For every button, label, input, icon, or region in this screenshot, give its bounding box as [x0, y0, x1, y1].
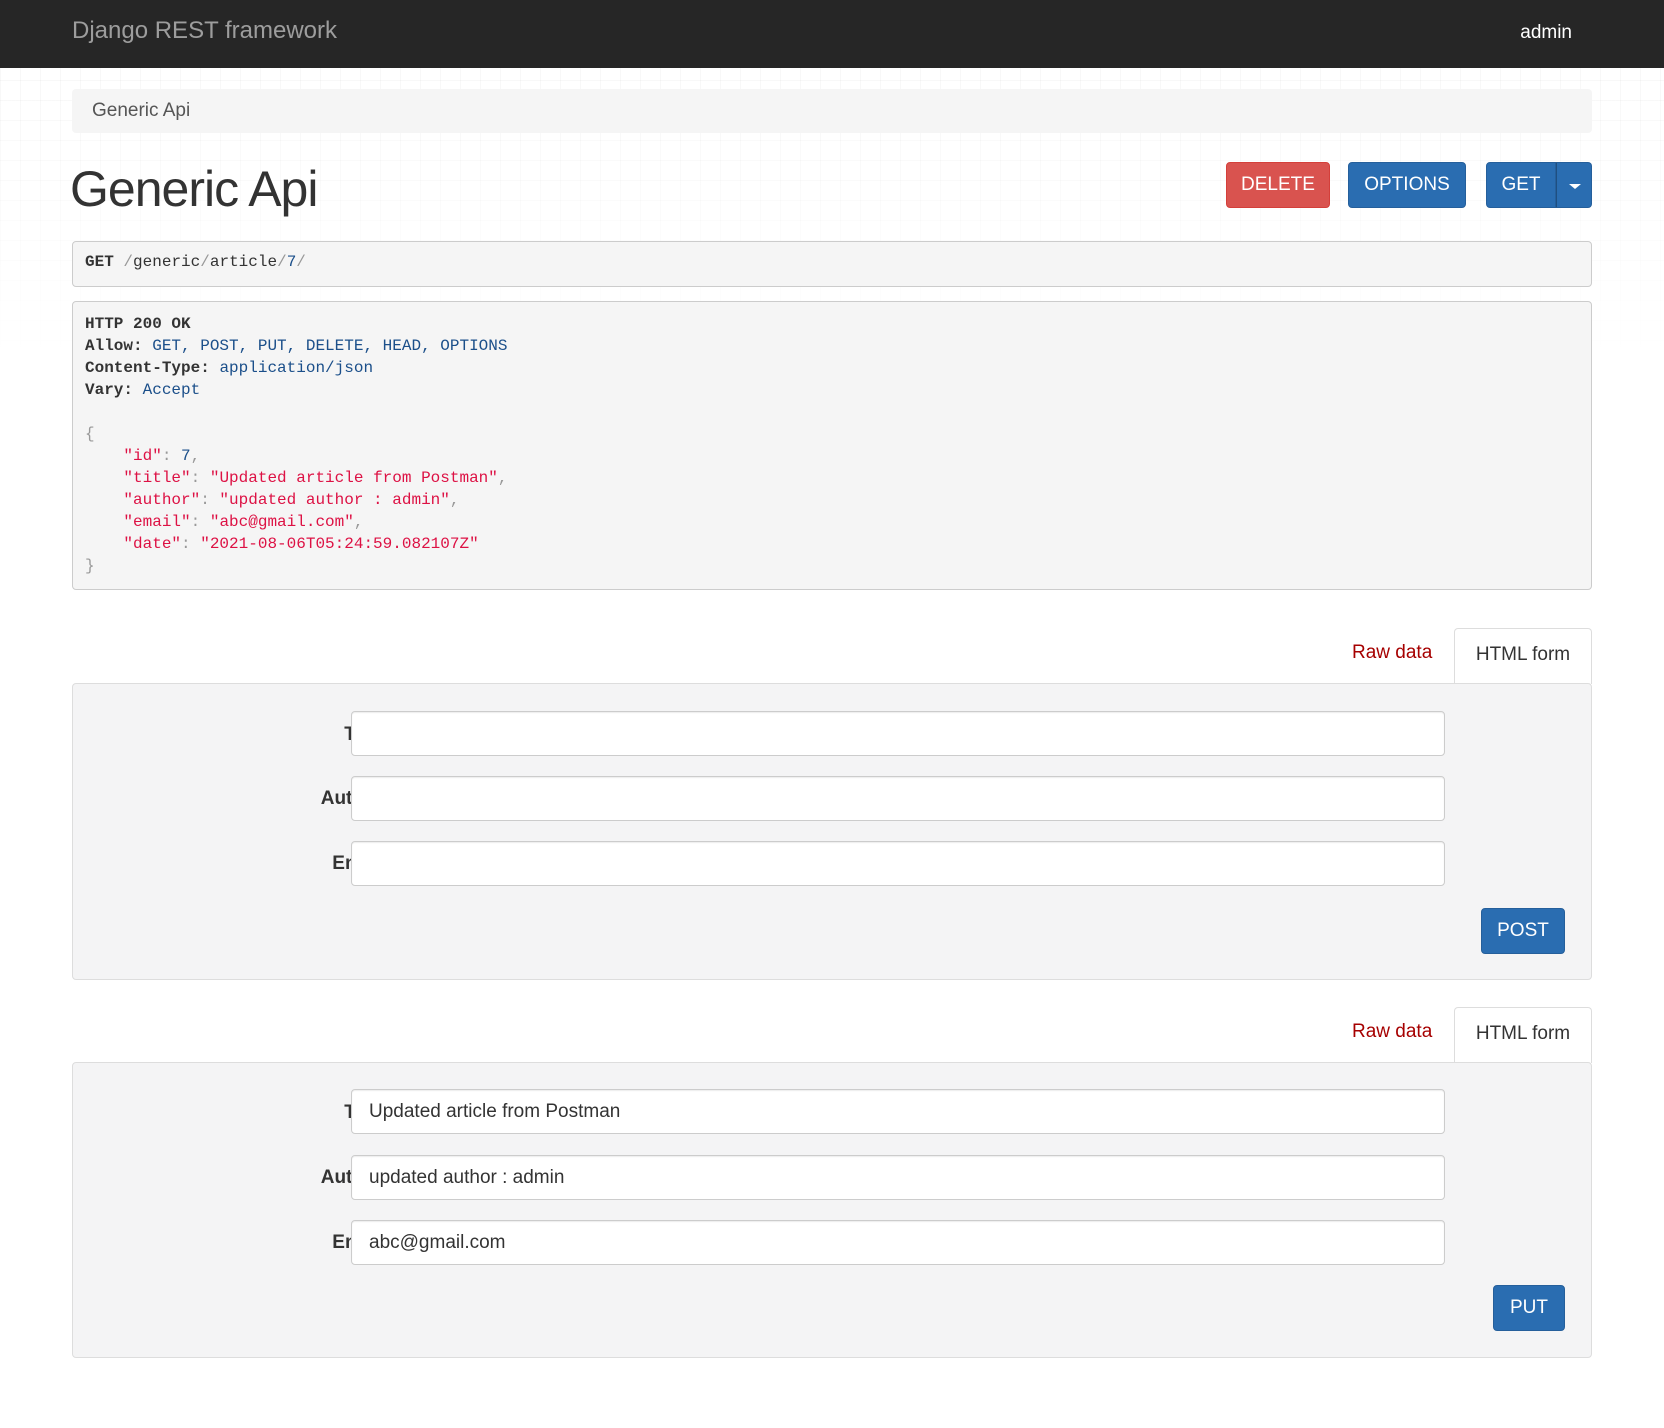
- request-info: GET /generic/article/7/: [72, 241, 1592, 287]
- author-label: Author: [143, 1167, 383, 1189]
- json-email-value: abc@gmail.com: [219, 513, 345, 531]
- header-value: Accept: [142, 381, 201, 399]
- get-format-dropdown-toggle[interactable]: [1556, 162, 1592, 208]
- post-form: Title Author Email POST: [72, 683, 1592, 980]
- tab-raw-data[interactable]: Raw data: [1352, 642, 1432, 664]
- user-menu[interactable]: admin: [1520, 22, 1572, 44]
- post-button[interactable]: POST: [1481, 908, 1565, 954]
- request-path: /generic/article/7/: [123, 253, 305, 271]
- title-input[interactable]: [351, 711, 1445, 756]
- email-label: Email: [143, 1232, 383, 1254]
- options-button[interactable]: OPTIONS: [1348, 162, 1466, 208]
- author-input[interactable]: [351, 776, 1445, 821]
- path-separator: /: [277, 253, 287, 271]
- json-id-value: 7: [181, 447, 191, 465]
- request-method: GET: [85, 253, 114, 271]
- path-separator: /: [296, 253, 306, 271]
- path-segment[interactable]: generic: [133, 253, 200, 271]
- brand-link[interactable]: Django REST framework: [72, 17, 337, 45]
- header-value: GET, POST, PUT, DELETE, HEAD, OPTIONS: [152, 337, 508, 355]
- path-separator: /: [123, 253, 134, 271]
- get-button[interactable]: GET: [1486, 162, 1556, 208]
- author-label: Author: [143, 788, 383, 810]
- page-title: Generic Api: [70, 161, 318, 217]
- delete-button[interactable]: DELETE: [1226, 162, 1330, 208]
- path-segment[interactable]: 7: [287, 253, 297, 271]
- title-input[interactable]: [351, 1089, 1445, 1134]
- put-form-tabs: Raw data HTML form: [1320, 1007, 1592, 1063]
- breadcrumb-item-current: Generic Api: [92, 100, 191, 121]
- put-button[interactable]: PUT: [1493, 1285, 1565, 1331]
- header-name: Allow:: [85, 337, 143, 355]
- email-input[interactable]: [351, 1220, 1445, 1265]
- navbar: Django REST framework admin: [0, 0, 1664, 68]
- response-info: HTTP 200 OK Allow: GET, POST, PUT, DELET…: [72, 301, 1592, 590]
- email-input[interactable]: [351, 841, 1445, 886]
- tab-html-form[interactable]: HTML form: [1454, 1007, 1592, 1063]
- breadcrumb: Generic Api: [72, 89, 1592, 133]
- title-label: Title: [143, 724, 383, 746]
- path-segment[interactable]: article: [210, 253, 277, 271]
- caret-down-icon: [1569, 184, 1581, 189]
- header-name: Vary:: [85, 381, 134, 399]
- header-name: Content-Type:: [85, 359, 210, 377]
- author-input[interactable]: [351, 1155, 1445, 1200]
- tab-raw-data[interactable]: Raw data: [1352, 1021, 1432, 1043]
- json-date-value: 2021-08-06T05:24:59.082107Z: [209, 535, 470, 553]
- path-separator: /: [200, 253, 210, 271]
- json-author-value: updated author : admin: [229, 491, 441, 509]
- post-form-tabs: Raw data HTML form: [1320, 628, 1592, 684]
- tab-html-form[interactable]: HTML form: [1454, 628, 1592, 684]
- email-label: Email: [143, 853, 383, 875]
- json-title-value: Updated article from Postman: [219, 469, 489, 487]
- header-value: application/json: [219, 359, 374, 377]
- response-status: HTTP 200 OK: [85, 315, 191, 333]
- put-form: Title Author Email PUT: [72, 1062, 1592, 1358]
- title-label: Title: [143, 1102, 383, 1124]
